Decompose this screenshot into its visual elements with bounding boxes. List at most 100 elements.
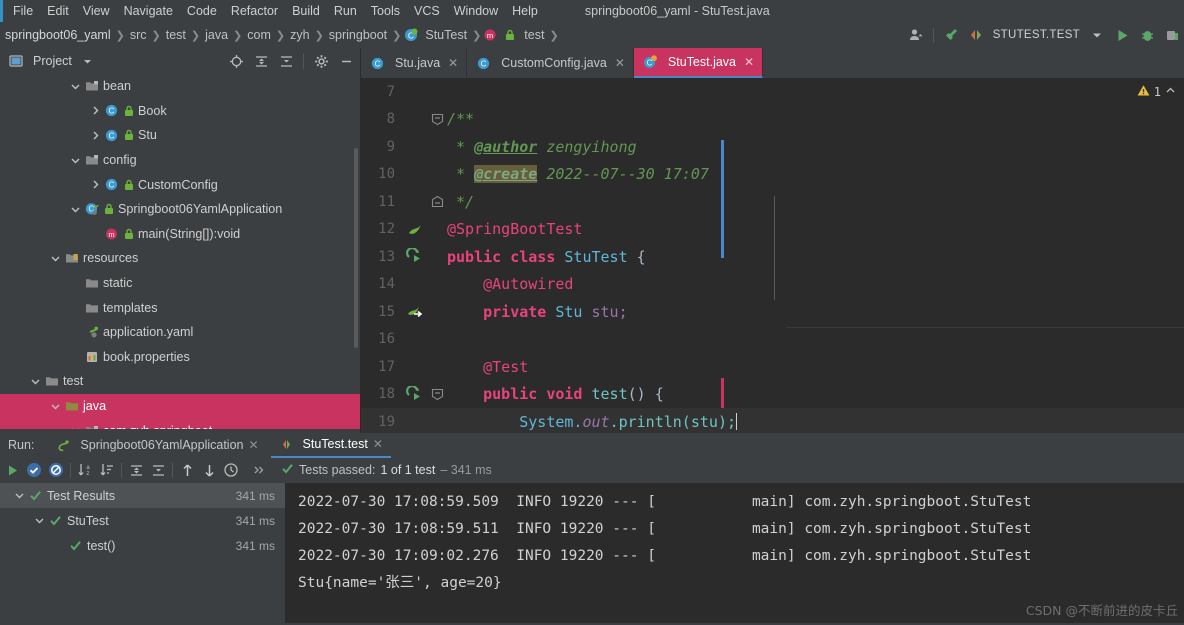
menu-item-edit[interactable]: Edit bbox=[40, 2, 76, 20]
breadcrumb-stutest[interactable]: C StuTest ❯ bbox=[403, 28, 483, 43]
project-tree-item[interactable]: test bbox=[0, 369, 360, 394]
code-line[interactable]: 13 public class StuTest { bbox=[361, 243, 1184, 271]
project-tree[interactable]: bean C Book C Stu config C CustomConfig C Springb… bbox=[0, 74, 360, 429]
menu-item-file[interactable]: File bbox=[6, 2, 40, 20]
project-tree-item[interactable]: book.properties bbox=[0, 345, 360, 370]
menu-item-code[interactable]: Code bbox=[180, 2, 224, 20]
chevron-down-icon[interactable] bbox=[70, 155, 81, 166]
code-line[interactable]: 11 */ bbox=[361, 188, 1184, 216]
fold-open-icon[interactable] bbox=[427, 388, 447, 401]
chevron-right-icon[interactable] bbox=[90, 105, 101, 116]
settings-gear-icon[interactable] bbox=[313, 53, 329, 69]
project-tree-item[interactable]: C CustomConfig bbox=[0, 172, 360, 197]
project-tree-item[interactable]: java bbox=[0, 393, 360, 419]
chevron-down-icon[interactable] bbox=[1089, 27, 1105, 43]
expand-all-icon[interactable] bbox=[128, 462, 144, 478]
collapse-all-icon[interactable] bbox=[150, 462, 166, 478]
menu-item-help[interactable]: Help bbox=[505, 2, 545, 20]
show-passed-icon[interactable] bbox=[26, 462, 42, 478]
close-icon[interactable]: ✕ bbox=[615, 56, 625, 70]
code-line[interactable]: 19 System.out.println(stu); bbox=[361, 408, 1184, 436]
breadcrumb-springboot[interactable]: springboot ❯ bbox=[326, 28, 404, 42]
close-icon[interactable]: ✕ bbox=[448, 56, 458, 70]
coverage-icon[interactable] bbox=[1164, 27, 1180, 43]
collapse-all-icon[interactable] bbox=[278, 53, 294, 69]
code-line[interactable]: 16 bbox=[361, 326, 1184, 354]
project-tree-item[interactable]: config bbox=[0, 148, 360, 173]
project-tree-item[interactable]: application.yaml bbox=[0, 320, 360, 345]
code-line[interactable]: 9 * @author zengyihong bbox=[361, 133, 1184, 161]
editor-tab-stutest[interactable]: C StuTest.java ✕ bbox=[633, 48, 764, 78]
close-icon[interactable]: ✕ bbox=[373, 437, 383, 451]
project-tree-item[interactable]: com.zyh.springboot bbox=[0, 418, 360, 429]
bean-inject-icon[interactable] bbox=[401, 303, 427, 320]
code-line[interactable]: 7 bbox=[361, 78, 1184, 106]
project-tree-item[interactable]: resources bbox=[0, 246, 360, 271]
hide-ignored-icon[interactable] bbox=[48, 462, 64, 478]
chevron-down-icon[interactable] bbox=[30, 376, 41, 387]
menu-item-build[interactable]: Build bbox=[285, 2, 327, 20]
navigate-back-forward-icon[interactable] bbox=[968, 27, 984, 43]
run-configuration-selector[interactable]: STUTEST.TEST bbox=[993, 29, 1080, 41]
chevron-down-icon[interactable] bbox=[50, 253, 61, 264]
test-result-row[interactable]: Test Results 341 ms bbox=[0, 483, 285, 508]
close-icon[interactable]: ✕ bbox=[248, 438, 258, 452]
chevron-down-icon[interactable] bbox=[80, 54, 95, 69]
editor-tab-stu[interactable]: C Stu.java ✕ bbox=[361, 48, 468, 78]
run-test-icon[interactable] bbox=[401, 248, 427, 265]
person-icon[interactable] bbox=[908, 27, 924, 43]
run-tab-stutest[interactable]: StuTest.test ✕ bbox=[270, 432, 391, 458]
chevron-right-icon[interactable] bbox=[90, 130, 101, 141]
test-results-tree[interactable]: Test Results 341 ms StuTest 341 ms test() 341… bbox=[0, 483, 286, 623]
breadcrumb-test[interactable]: test ❯ bbox=[163, 28, 202, 42]
breadcrumb-test-method[interactable]: m test ❯ bbox=[483, 28, 560, 43]
locate-icon[interactable] bbox=[228, 53, 244, 69]
minimize-icon[interactable] bbox=[338, 53, 354, 69]
test-result-row[interactable]: StuTest 341 ms bbox=[0, 508, 285, 533]
code-line[interactable]: 15 private Stu stu; bbox=[361, 298, 1184, 326]
hammer-icon[interactable] bbox=[943, 27, 959, 43]
breadcrumb-zyh[interactable]: zyh ❯ bbox=[287, 28, 326, 42]
code-line[interactable]: 12 @SpringBootTest bbox=[361, 216, 1184, 244]
breadcrumb-src[interactable]: src ❯ bbox=[127, 28, 163, 42]
chevron-up-icon[interactable] bbox=[1165, 85, 1176, 99]
console-output[interactable]: 2022-07-30 17:08:59.509 INFO 19220 --- [… bbox=[286, 483, 1184, 623]
run-icon[interactable] bbox=[1114, 27, 1130, 43]
sort-duration-icon[interactable] bbox=[99, 462, 115, 478]
expand-all-icon[interactable] bbox=[253, 53, 269, 69]
fold-open-icon[interactable] bbox=[427, 113, 447, 126]
inspection-warning-indicator[interactable]: 1 bbox=[1137, 84, 1176, 100]
project-scrollbar[interactable] bbox=[354, 148, 358, 348]
test-result-row[interactable]: test() 341 ms bbox=[0, 533, 285, 558]
debug-icon[interactable] bbox=[1139, 27, 1155, 43]
project-tree-item[interactable]: C Stu bbox=[0, 123, 360, 148]
code-line[interactable]: 8 /** bbox=[361, 106, 1184, 134]
breadcrumb-java[interactable]: java ❯ bbox=[202, 28, 244, 42]
code-line[interactable]: 14 @Autowired bbox=[361, 271, 1184, 299]
code-line[interactable]: 10 * @create 2022--07--30 17:07 bbox=[361, 161, 1184, 189]
sort-alphabetically-icon[interactable]: az bbox=[77, 462, 93, 478]
editor-tab-customconfig[interactable]: C CustomConfig.java ✕ bbox=[467, 48, 634, 78]
close-icon[interactable]: ✕ bbox=[744, 55, 754, 69]
menu-item-vcs[interactable]: VCS bbox=[407, 2, 447, 20]
menu-item-run[interactable]: Run bbox=[327, 2, 364, 20]
prev-icon[interactable] bbox=[179, 462, 195, 478]
project-tree-item[interactable]: C Book bbox=[0, 99, 360, 124]
chevron-down-icon[interactable] bbox=[70, 425, 81, 429]
run-test-icon[interactable] bbox=[401, 385, 427, 403]
spring-leaf-icon[interactable] bbox=[401, 221, 427, 238]
project-tree-item[interactable]: templates bbox=[0, 295, 360, 320]
more-icon[interactable] bbox=[251, 462, 267, 478]
project-tree-item[interactable]: m main(String[]):void bbox=[0, 222, 360, 247]
history-icon[interactable] bbox=[223, 462, 239, 478]
chevron-down-icon[interactable] bbox=[14, 490, 25, 501]
fold-close-icon[interactable] bbox=[427, 195, 447, 208]
run-tab-application[interactable]: Springboot06YamlApplication ✕ bbox=[48, 433, 266, 457]
breadcrumb-springboot06-yaml[interactable]: springboot06_yaml ❯ bbox=[2, 28, 127, 42]
next-icon[interactable] bbox=[201, 462, 217, 478]
code-line[interactable]: 18 public void test() { bbox=[361, 381, 1184, 409]
chevron-down-icon[interactable] bbox=[70, 204, 81, 215]
menu-item-navigate[interactable]: Navigate bbox=[117, 2, 180, 20]
menu-item-view[interactable]: View bbox=[76, 2, 117, 20]
project-tree-item[interactable]: C Springboot06YamlApplication bbox=[0, 197, 360, 222]
